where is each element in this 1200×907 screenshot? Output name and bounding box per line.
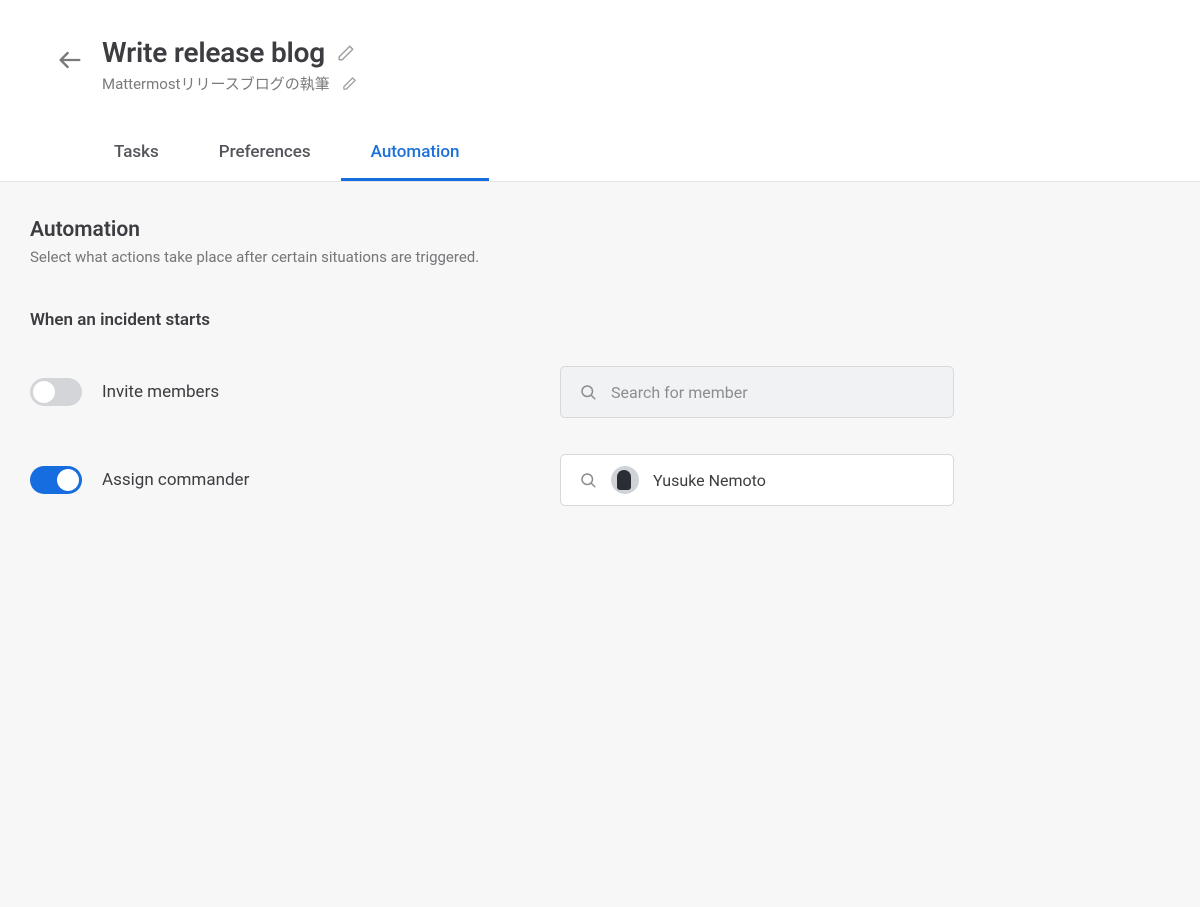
tab-tasks[interactable]: Tasks (84, 128, 189, 181)
invite-members-toggle[interactable] (30, 378, 82, 406)
automation-panel: Automation Select what actions take plac… (0, 182, 1200, 907)
setting-left: Assign commander (30, 466, 560, 494)
page-title: Write release blog (102, 36, 325, 69)
assign-commander-select[interactable]: Yusuke Nemoto (560, 454, 954, 506)
page-subtitle: Mattermostリリースブログの執筆 (102, 73, 330, 94)
assign-commander-toggle[interactable] (30, 466, 82, 494)
page-header: Write release blog Mattermostリリースブログの執筆 (0, 0, 1200, 94)
back-arrow-icon[interactable] (56, 46, 84, 74)
tabs: Tasks Preferences Automation (0, 128, 1200, 182)
invite-members-placeholder: Search for member (611, 383, 748, 402)
edit-subtitle-icon[interactable] (342, 76, 357, 91)
toggle-knob (33, 381, 55, 403)
setting-assign-commander: Assign commander Yusuke Nemoto (30, 454, 1170, 506)
commander-avatar (611, 466, 639, 494)
section-heading-incident-starts: When an incident starts (30, 310, 1170, 330)
search-icon (579, 471, 597, 489)
setting-left: Invite members (30, 378, 560, 406)
panel-description: Select what actions take place after cer… (30, 248, 1170, 266)
setting-invite-members: Invite members Search for member (30, 366, 1170, 418)
invite-members-label: Invite members (102, 382, 219, 402)
invite-members-search[interactable]: Search for member (560, 366, 954, 418)
search-icon (579, 383, 597, 401)
panel-title: Automation (30, 218, 1170, 242)
title-row: Write release blog (102, 36, 357, 69)
tab-automation[interactable]: Automation (341, 128, 490, 181)
subtitle-row: Mattermostリリースブログの執筆 (102, 73, 357, 94)
title-block: Write release blog Mattermostリリースブログの執筆 (102, 36, 357, 94)
edit-title-icon[interactable] (337, 44, 355, 62)
assign-commander-label: Assign commander (102, 470, 249, 490)
toggle-knob (57, 469, 79, 491)
commander-name: Yusuke Nemoto (653, 471, 766, 490)
tab-preferences[interactable]: Preferences (189, 128, 341, 181)
